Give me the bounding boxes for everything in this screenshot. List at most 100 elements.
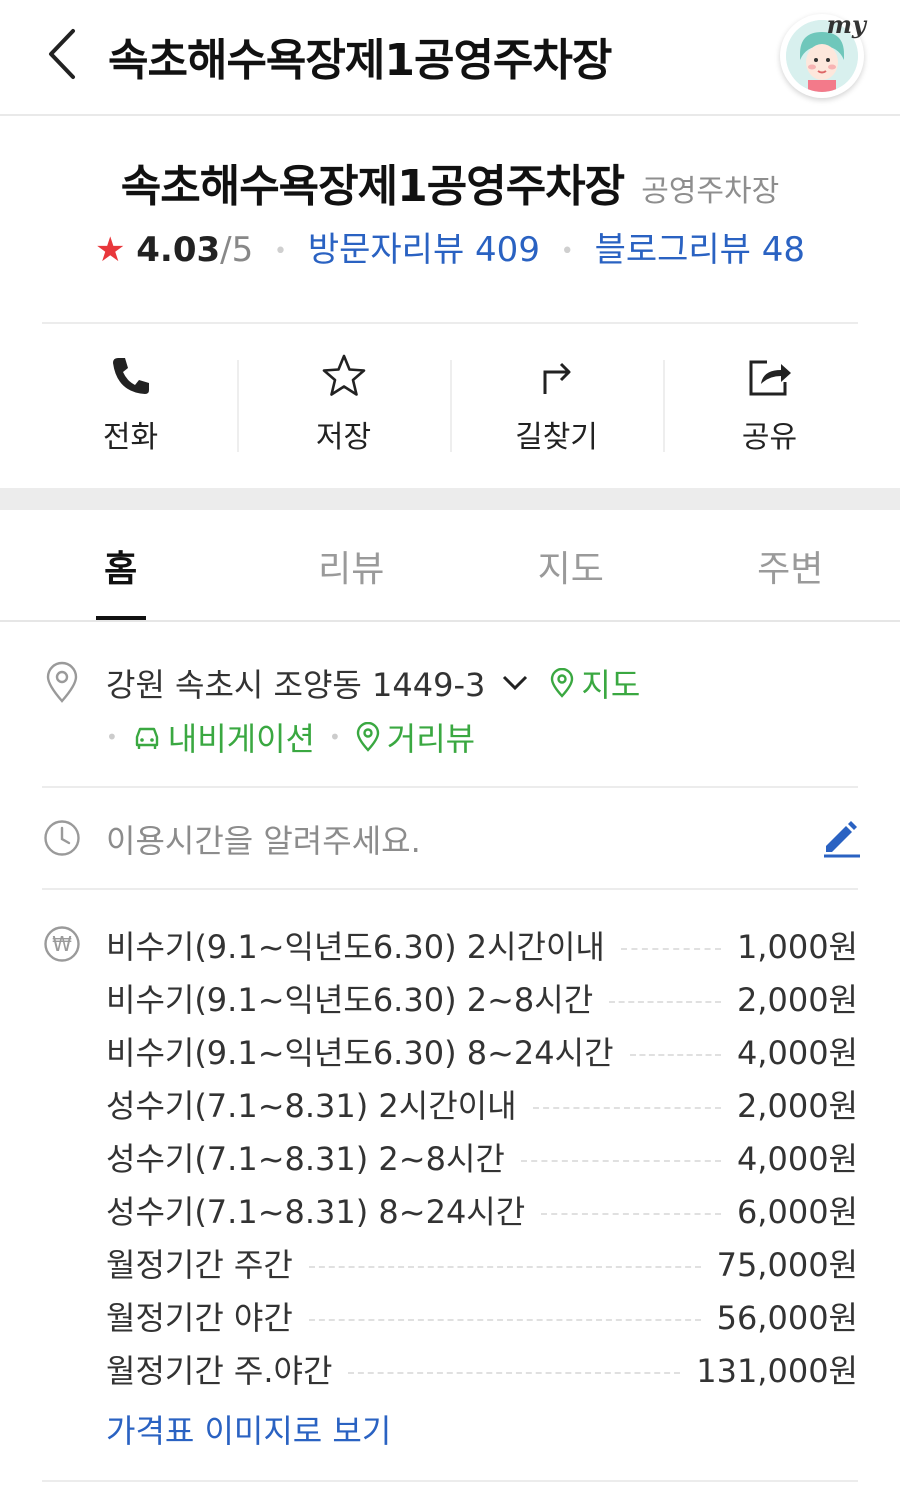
share-icon <box>746 352 794 400</box>
price-row: 성수기(7.1~8.31) 2~8시간 4,000원 <box>106 1130 858 1183</box>
dotted-leader <box>620 947 721 950</box>
directions-button[interactable]: 길찾기 <box>450 340 663 460</box>
dotted-leader <box>609 1000 721 1003</box>
dotted-leader <box>520 1159 721 1162</box>
rating-max: /5 <box>220 230 254 270</box>
chevron-down-icon <box>503 675 528 691</box>
edit-hours-button[interactable] <box>820 816 862 858</box>
price-value: 4,000원 <box>736 1033 858 1072</box>
save-label: 저장 <box>315 420 372 455</box>
tab-reviews[interactable]: 리뷰 <box>241 510 461 620</box>
price-value: 2,000원 <box>736 1086 858 1125</box>
won-currency-icon: ₩ <box>42 924 82 964</box>
star-icon: ★ <box>94 230 126 270</box>
directions-label: 길찾기 <box>515 420 598 455</box>
back-button[interactable] <box>36 22 88 86</box>
map-link[interactable]: 지도 <box>549 660 640 706</box>
navigation-link-label: 내비게이션 <box>167 720 315 758</box>
directions-icon <box>533 352 581 400</box>
price-label: 성수기(7.1~8.31) 8~24시간 <box>106 1192 526 1231</box>
share-button[interactable]: 공유 <box>663 340 876 460</box>
place-header: 속초해수욕장제1공영주차장 공영주차장 <box>0 150 900 214</box>
price-image-link[interactable]: 가격표 이미지로 보기 <box>106 1406 391 1452</box>
location-pin-icon <box>42 661 82 703</box>
place-name: 속초해수욕장제1공영주차장 <box>120 161 625 212</box>
divider <box>42 1480 858 1482</box>
address-expand-button[interactable] <box>501 673 529 693</box>
map-pin-icon <box>551 668 574 698</box>
streetview-link[interactable]: 거리뷰 <box>355 714 475 760</box>
divider <box>42 888 858 890</box>
place-category: 공영주차장 <box>641 174 780 209</box>
star-outline-icon <box>320 352 368 400</box>
blog-reviews-link[interactable]: 블로그리뷰 48 <box>595 230 805 270</box>
price-row: 성수기(7.1~8.31) 8~24시간 6,000원 <box>106 1183 858 1236</box>
streetview-link-label: 거리뷰 <box>386 720 476 758</box>
address-row: 강원 속초시 조양동 1449-3 지도 <box>106 660 640 706</box>
price-label: 비수기(9.1~익년도6.30) 2~8시간 <box>106 980 594 1019</box>
dotted-leader <box>541 1212 721 1215</box>
chevron-left-icon <box>49 29 75 79</box>
hours-placeholder[interactable]: 이용시간을 알려주세요. <box>106 816 421 862</box>
map-link-label: 지도 <box>581 666 641 704</box>
price-row: 비수기(9.1~익년도6.30) 2~8시간 2,000원 <box>106 971 858 1024</box>
address-links-row: • 내비게이션 • 거리뷰 <box>106 714 475 760</box>
price-value: 2,000원 <box>736 980 858 1019</box>
dot-separator: • <box>329 725 341 749</box>
clock-icon <box>42 818 82 858</box>
price-value: 56,000원 <box>716 1298 858 1337</box>
save-button[interactable]: 저장 <box>237 340 450 460</box>
divider <box>42 786 858 788</box>
price-row: 비수기(9.1~익년도6.30) 2시간이내 1,000원 <box>106 918 858 971</box>
price-label: 월정기간 야간 <box>106 1298 293 1337</box>
dotted-leader <box>308 1318 701 1321</box>
price-list: 비수기(9.1~익년도6.30) 2시간이내 1,000원 비수기(9.1~익년… <box>106 918 858 1395</box>
price-label: 성수기(7.1~8.31) 2시간이내 <box>106 1086 517 1125</box>
action-bar: 전화 저장 길찾기 공유 <box>24 340 876 460</box>
top-app-bar: 속초해수욕장제1공영주차장 my <box>0 0 900 116</box>
price-label: 비수기(9.1~익년도6.30) 2시간이내 <box>106 927 605 966</box>
dot-separator: • <box>560 239 574 264</box>
price-value: 1,000원 <box>736 927 858 966</box>
dotted-leader <box>308 1265 701 1268</box>
price-value: 131,000원 <box>696 1351 858 1390</box>
visitor-reviews-link[interactable]: 방문자리뷰 409 <box>308 230 540 270</box>
map-pin-icon <box>356 722 379 752</box>
tab-home[interactable]: 홈 <box>0 510 241 620</box>
price-label: 성수기(7.1~8.31) 2~8시간 <box>106 1139 505 1178</box>
tab-map[interactable]: 지도 <box>461 510 681 620</box>
rating-value: 4.03 <box>136 230 221 270</box>
tab-bar: 홈 리뷰 지도 주변 <box>0 510 900 622</box>
dot-separator: • <box>106 725 118 749</box>
price-row: 월정기간 야간 56,000원 <box>106 1289 858 1342</box>
price-row: 월정기간 주간 75,000원 <box>106 1236 858 1289</box>
my-label: my <box>826 10 866 39</box>
car-icon <box>135 727 158 749</box>
my-profile-button[interactable]: my <box>780 10 866 98</box>
navigation-link[interactable]: 내비게이션 <box>132 714 315 760</box>
dot-separator: • <box>274 239 288 264</box>
dotted-leader <box>629 1053 721 1056</box>
dotted-leader <box>348 1371 681 1374</box>
price-label: 비수기(9.1~익년도6.30) 8~24시간 <box>106 1033 614 1072</box>
price-label: 월정기간 주간 <box>106 1245 293 1284</box>
price-value: 75,000원 <box>716 1245 858 1284</box>
price-value: 6,000원 <box>736 1192 858 1231</box>
phone-icon <box>107 352 155 400</box>
dotted-leader <box>532 1106 721 1109</box>
call-button[interactable]: 전화 <box>24 340 237 460</box>
price-value: 4,000원 <box>736 1139 858 1178</box>
tab-nearby[interactable]: 주변 <box>681 510 900 620</box>
pencil-icon <box>824 821 860 858</box>
call-label: 전화 <box>102 420 159 455</box>
divider <box>42 322 858 324</box>
section-separator <box>0 488 900 510</box>
share-label: 공유 <box>741 420 798 455</box>
price-row: 월정기간 주.야간 131,000원 <box>106 1342 858 1395</box>
price-label: 월정기간 주.야간 <box>106 1351 333 1390</box>
address-text: 강원 속초시 조양동 1449-3 <box>106 666 486 704</box>
svg-text:₩: ₩ <box>52 932 72 956</box>
rating-row: ★ 4.03/5 • 방문자리뷰 409 • 블로그리뷰 48 <box>0 222 900 271</box>
price-row: 비수기(9.1~익년도6.30) 8~24시간 4,000원 <box>106 1024 858 1077</box>
page-title: 속초해수욕장제1공영주차장 <box>108 35 612 86</box>
